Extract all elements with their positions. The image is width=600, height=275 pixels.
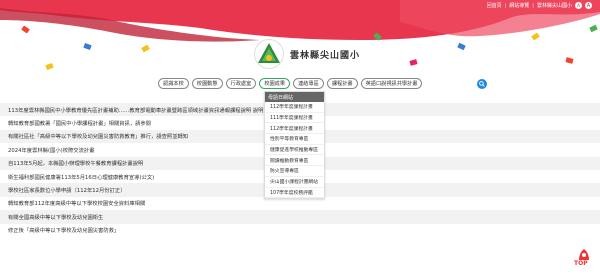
dropdown-item[interactable]: 健康促進學校推動專區 [265,145,324,156]
nav-campus-achievements[interactable]: 校園成果 [259,78,291,89]
dropdown-item[interactable]: 防火宣導專區 [265,166,324,177]
nav-english-speaking-plan[interactable]: 英語口說視訊共學計畫 [360,78,423,89]
back-to-top-label: TOP [574,260,588,267]
dropdown-item-mother-tongue[interactable]: 母語日網站 [265,92,324,102]
search-button[interactable] [477,79,487,89]
home-link[interactable]: 回首頁 [487,2,502,9]
dropdown-item[interactable]: 112學年度課程計畫 [265,123,324,135]
dropdown-item[interactable]: 閱讀推動教育專區 [265,155,324,167]
school-link[interactable]: 雲林縣尖山國小 [537,2,572,9]
nav-curriculum-plan[interactable]: 課程計畫 [326,78,358,89]
sitemap-link[interactable]: 網站導覽 [509,2,529,9]
nav-administration[interactable]: 行政處室 [225,78,257,89]
font-small-button[interactable]: A [575,2,582,9]
school-logo-icon[interactable] [254,39,284,69]
achievements-dropdown: 母語日網站 112學年度課程計畫 111學年度課程計畫 112學年度課程計畫 性… [264,91,325,200]
main-navigation: 認識本校 校園動態 行政處室 校園成果 連結專區 課程計畫 英語口說視訊共學計畫 [158,78,423,89]
nav-campus-news[interactable]: 校園動態 [191,78,223,89]
dropdown-item[interactable]: 112學年度課程計畫 [265,102,324,113]
back-to-top-button[interactable]: TOP [572,248,596,274]
news-item[interactable]: 有關全國高級中等以下學校及幼兒園衛生 [0,210,600,224]
dropdown-item[interactable]: 性別平等教育專區 [265,134,324,145]
dropdown-item[interactable]: 尖山國小課程計畫網站 [265,177,324,188]
school-name[interactable]: 雲林縣尖山國小 [290,48,360,61]
site-branding: 雲林縣尖山國小 [254,39,360,69]
news-item[interactable]: 修正後「高級中等以下學校及幼兒園災害防救」 [0,223,600,237]
font-large-button[interactable]: A [585,2,592,9]
search-icon [479,81,485,87]
top-utility-bar: 回首頁 | 網站導覽 | 雲林縣尖山國小 A A [486,2,592,9]
dropdown-item[interactable]: 111學年度課程計畫 [265,113,324,124]
nav-about-school[interactable]: 認識本校 [158,78,189,89]
dropdown-item[interactable]: 107學年度校務評鑑 [265,188,324,199]
nav-links[interactable]: 連結專區 [293,78,324,89]
